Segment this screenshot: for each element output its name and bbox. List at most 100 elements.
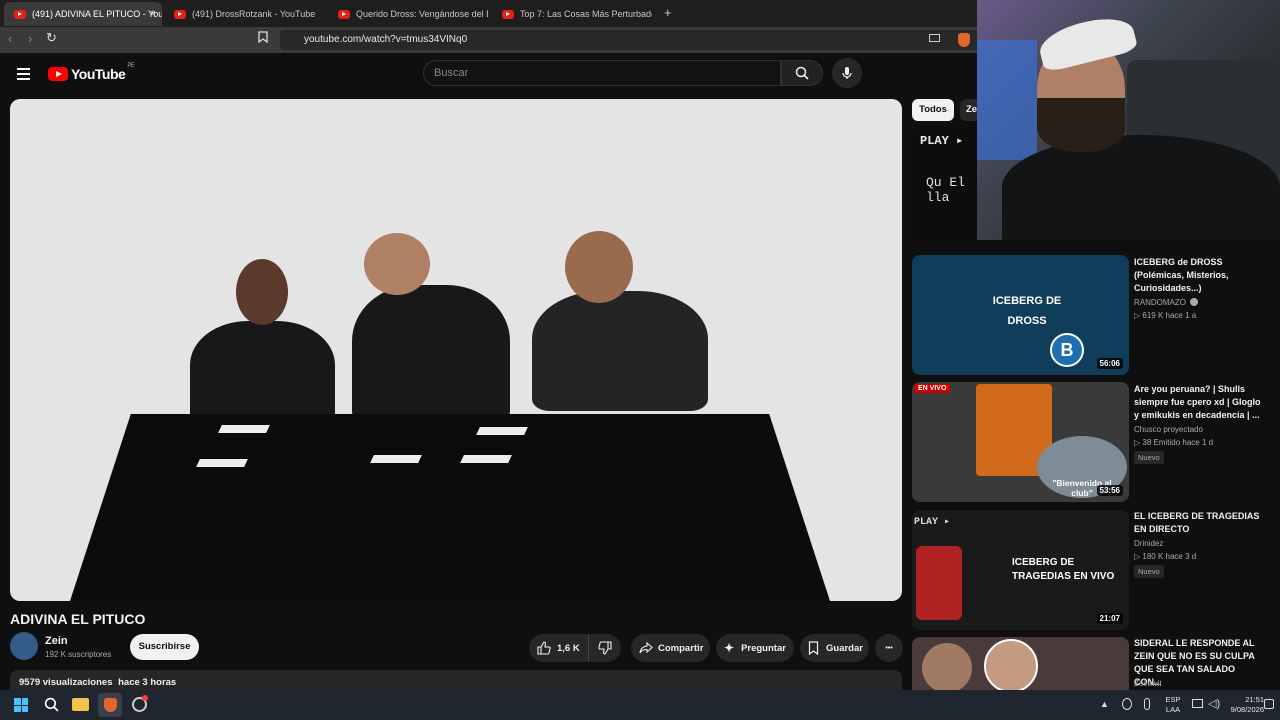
language-indicator[interactable]: ESP LAA [1160, 695, 1186, 715]
like-button[interactable]: 1,6 K [529, 634, 589, 662]
related-channel-5[interactable]: Zeintwit [1134, 679, 1162, 688]
card [370, 455, 422, 463]
thumbs-down-icon [598, 641, 612, 655]
close-icon[interactable]: × [150, 8, 156, 20]
related-title-3[interactable]: Are you peruana? | Shulls siempre fue cp… [1134, 383, 1264, 422]
thumb-label: PLAY ▸ [914, 517, 951, 528]
back-icon[interactable]: ‹ [8, 31, 12, 46]
channel-name[interactable]: Zein [45, 635, 68, 647]
card [476, 427, 528, 435]
thumbs-up-icon [537, 641, 551, 655]
streamer-body [1002, 135, 1280, 240]
related-meta-3: ▷ 38 Emitido hace 1 d [1134, 438, 1214, 447]
ask-label: Preguntar [741, 642, 786, 654]
search-icon[interactable] [44, 697, 59, 717]
clock[interactable]: 21:51 9/08/2026 [1224, 695, 1264, 715]
thumb-face [984, 639, 1038, 690]
network-icon[interactable] [1192, 699, 1203, 708]
channel-avatar[interactable] [10, 632, 38, 660]
subscriber-count: 192 K suscriptores [45, 650, 112, 659]
save-button[interactable]: Guardar [800, 634, 869, 662]
sync-icon[interactable] [1122, 698, 1132, 710]
address-bar-row: ‹ › ↻ youtube.com/watch?v=tmus34VINq0 [0, 27, 980, 53]
card [460, 455, 512, 463]
new-tab-button[interactable]: + [664, 5, 672, 20]
new-badge: Nuevo [1134, 565, 1164, 578]
reload-icon[interactable]: ↻ [46, 30, 57, 46]
url-text: youtube.com/watch?v=tmus34VINq0 [304, 34, 468, 45]
dislike-button[interactable] [589, 634, 621, 662]
subscribe-button[interactable]: Suscribirse [130, 634, 199, 660]
notification-dot-icon [142, 695, 148, 701]
youtube-favicon-icon [502, 9, 514, 19]
person-right-head [565, 231, 633, 303]
ask-button[interactable]: ✦ Preguntar [716, 634, 794, 662]
chevron-up-icon[interactable]: ▲ [1100, 699, 1109, 709]
webcam-overlay [977, 0, 1280, 240]
related-title-4[interactable]: EL ICEBERG DE TRAGEDIAS EN DIRECTO [1134, 510, 1264, 536]
voice-search-button[interactable] [832, 58, 862, 88]
microphone-icon [842, 67, 852, 79]
share-label: Compartir [658, 642, 704, 654]
poster [977, 40, 1037, 160]
tab-adivina-el-pituco[interactable]: (491) ADIVINA EL PITUCO - YouTube × [4, 2, 162, 26]
tab-label: Querido Dross: Vengándose del Bully [356, 9, 488, 19]
thumb-text: ICEBERG DE TRAGEDIAS EN VIVO [1012, 557, 1115, 582]
more-actions-button[interactable]: ••• [875, 634, 903, 662]
duration: 21:07 [1096, 613, 1123, 624]
tab-top-7[interactable]: Top 7: Las Cosas Más Perturbadoras [492, 2, 652, 26]
channel-label: RANDOMAZO [1134, 298, 1186, 307]
related-channel-3[interactable]: Chusco proyectado [1134, 425, 1203, 434]
description-box[interactable]: 9579 visualizaciones hace 3 horas [10, 670, 902, 690]
like-count: 1,6 K [557, 642, 580, 654]
thumb-face [922, 643, 972, 690]
related-thumbnail-3[interactable]: EN VIVO "Bienvenido al club" 53:56 [912, 382, 1129, 502]
menu-icon[interactable] [17, 68, 30, 80]
bookmark-icon[interactable] [258, 31, 268, 46]
brave-taskbar-button[interactable] [98, 693, 122, 717]
share-button[interactable]: Compartir [631, 634, 710, 662]
notifications-icon[interactable] [1264, 699, 1274, 709]
windows-start-icon[interactable] [14, 698, 28, 712]
duration: 53:56 [1096, 485, 1123, 496]
new-badge: Nuevo [1134, 451, 1164, 464]
search-input[interactable]: Buscar [423, 60, 781, 86]
tab-label: (491) ADIVINA EL PITUCO - YouTube [32, 9, 162, 19]
brave-icon [103, 698, 117, 712]
like-dislike-group: 1,6 K [529, 634, 621, 662]
view-count: 9579 visualizaciones [19, 677, 113, 688]
url-field[interactable]: youtube.com/watch?v=tmus34VINq0 [280, 30, 980, 50]
thumb-label: PLAY ▸ [920, 134, 964, 148]
related-channel-2[interactable]: RANDOMAZO [1134, 298, 1199, 307]
forward-icon[interactable]: › [28, 31, 32, 46]
search-icon [795, 66, 809, 80]
tab-dross-channel[interactable]: (491) DrossRotzank - YouTube [164, 2, 324, 26]
volume-icon[interactable]: ◁) [1208, 697, 1220, 710]
youtube-logo[interactable]: YouTube PE [48, 63, 135, 82]
duration: 56:06 [1096, 358, 1123, 369]
person-left-head [236, 259, 288, 325]
related-thumbnail-4[interactable]: PLAY ▸ ICEBERG DE TRAGEDIAS EN VIVO 21:0… [912, 510, 1129, 630]
youtube-favicon-icon [14, 9, 26, 19]
video-player[interactable] [10, 99, 902, 601]
file-explorer-icon[interactable] [72, 698, 89, 711]
microphone-icon[interactable] [1144, 698, 1150, 710]
thumb-text: ICEBERG DE DROSS [992, 295, 1062, 327]
brave-shield-icon[interactable] [958, 33, 970, 47]
chip-todos[interactable]: Todos [912, 99, 954, 121]
video-title: ADIVINA EL PITUCO [10, 611, 146, 627]
related-thumbnail-2[interactable]: ICEBERG DE DROSS B 56:06 [912, 255, 1129, 375]
sparkle-icon: ✦ [724, 641, 735, 655]
share-icon [639, 642, 653, 654]
tab-querido-dross[interactable]: Querido Dross: Vengándose del Bully [328, 2, 488, 26]
cast-icon[interactable] [929, 34, 940, 42]
related-title-2[interactable]: ICEBERG de DROSS (Polémicas, Misterios, … [1134, 256, 1264, 295]
verified-icon [1190, 298, 1199, 306]
region-code: PE [127, 63, 135, 69]
related-thumbnail-5[interactable] [912, 637, 1129, 690]
related-channel-4[interactable]: Drinidez [1134, 539, 1163, 548]
youtube-play-icon [48, 67, 68, 81]
related-meta-4: ▷ 180 K hace 3 d [1134, 552, 1197, 561]
black-table [70, 414, 830, 601]
search-button[interactable] [781, 60, 823, 86]
